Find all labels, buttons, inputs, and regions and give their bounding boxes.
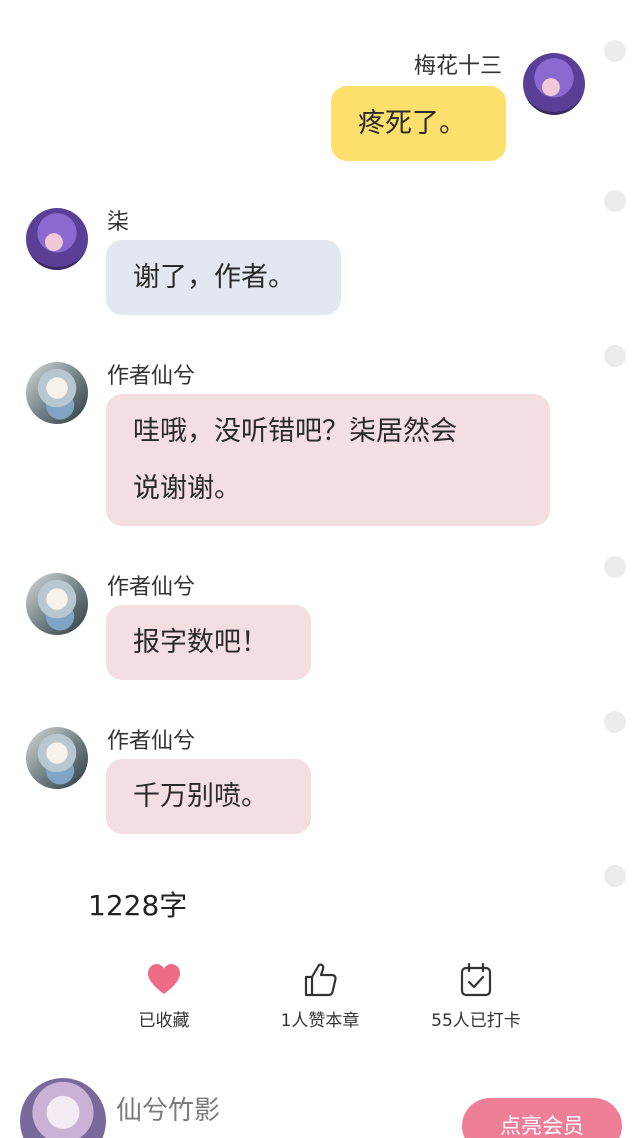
checkin-button[interactable]: 55人已打卡 bbox=[406, 962, 546, 1031]
collect-button[interactable]: 已收藏 bbox=[94, 962, 234, 1031]
message-line: 哇哦，没听错吧？柒居然会 bbox=[133, 416, 457, 447]
comment-dot[interactable] bbox=[604, 711, 626, 733]
comment-dot[interactable] bbox=[604, 556, 626, 578]
message-bubble: 疼死了。 bbox=[331, 86, 506, 161]
sender-name: 作者仙兮 bbox=[107, 575, 196, 600]
sender-name: 作者仙兮 bbox=[107, 729, 196, 754]
comment-dot[interactable] bbox=[604, 865, 626, 887]
avatar[interactable] bbox=[26, 362, 88, 424]
message-bubble: 谢了，作者。 bbox=[106, 240, 341, 315]
comment-dot[interactable] bbox=[604, 190, 626, 212]
collect-label: 已收藏 bbox=[138, 1011, 190, 1031]
message-bubble: 千万别喷。 bbox=[106, 759, 311, 834]
checkin-label: 55人已打卡 bbox=[431, 1011, 521, 1031]
sender-name: 梅花十三 bbox=[414, 54, 503, 79]
sender-name: 柒 bbox=[107, 210, 130, 235]
message-line: 说谢谢。 bbox=[133, 473, 241, 504]
author-avatar[interactable] bbox=[20, 1078, 106, 1138]
like-label: 1人赞本章 bbox=[280, 1011, 360, 1031]
avatar[interactable] bbox=[523, 53, 585, 115]
avatar[interactable] bbox=[26, 208, 88, 270]
thumbs-up-icon bbox=[304, 963, 337, 997]
like-button[interactable]: 1人赞本章 bbox=[250, 962, 390, 1031]
author-name[interactable]: 仙兮竹影 bbox=[116, 1090, 220, 1127]
comment-dot[interactable] bbox=[604, 345, 626, 367]
message-bubble: 哇哦，没听错吧？柒居然会 说谢谢。 bbox=[106, 394, 550, 526]
comment-dot[interactable] bbox=[604, 40, 626, 62]
word-count: 1228字 bbox=[88, 889, 188, 922]
message-bubble: 报字数吧！ bbox=[106, 605, 311, 680]
avatar[interactable] bbox=[26, 727, 88, 789]
calendar-check-icon bbox=[460, 962, 492, 997]
sender-name: 作者仙兮 bbox=[107, 364, 196, 389]
heart-icon bbox=[148, 964, 180, 994]
member-button[interactable]: 点亮会员 bbox=[462, 1098, 622, 1138]
avatar[interactable] bbox=[26, 573, 88, 635]
